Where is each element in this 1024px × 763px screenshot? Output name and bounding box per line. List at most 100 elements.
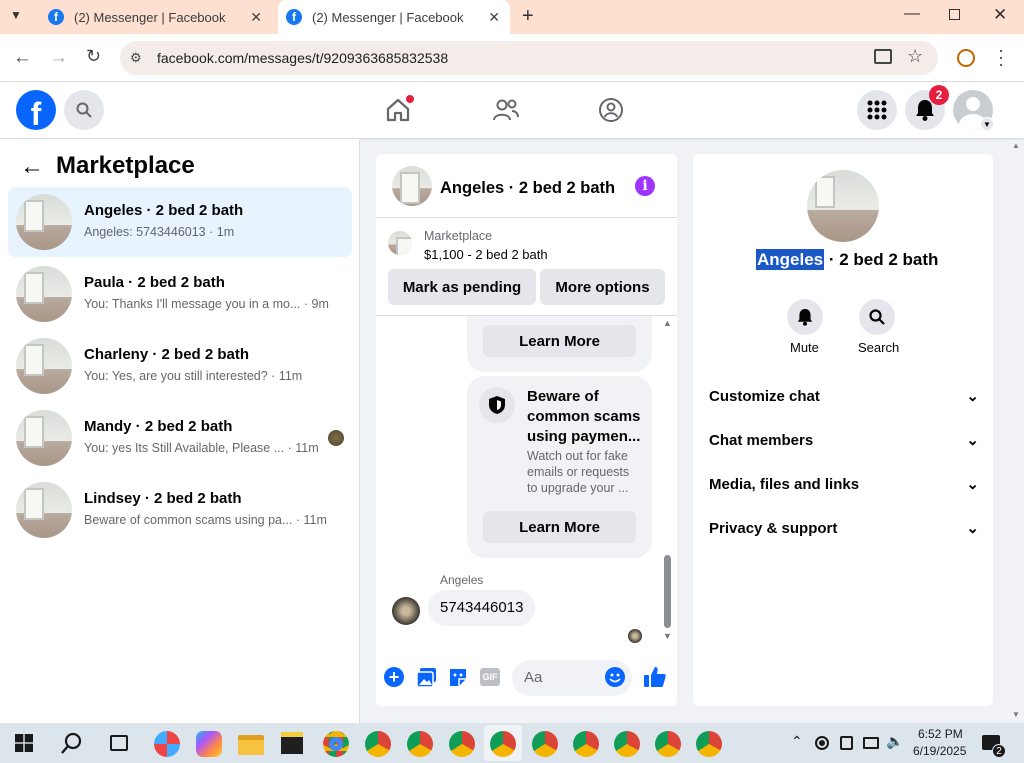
clock-time[interactable]: 6:52 PM	[918, 727, 963, 741]
thread-item[interactable]: Charleny · 2 bed 2 bath You: Yes, are yo…	[8, 331, 352, 401]
profile-name[interactable]: Angeles · 2 bed 2 bath	[756, 249, 938, 270]
forward-icon[interactable]: →	[49, 47, 68, 69]
back-icon[interactable]: ←	[13, 47, 32, 69]
tray-overflow-icon[interactable]: ⌃	[791, 733, 803, 750]
file-explorer-icon[interactable]	[238, 735, 264, 755]
network-icon[interactable]	[863, 737, 879, 749]
reload-icon[interactable]: ↻	[86, 46, 101, 67]
learn-more-button[interactable]: Learn More	[483, 511, 636, 543]
thread-item[interactable]: Mandy · 2 bed 2 bath You: yes Its Still …	[8, 403, 352, 473]
read-receipt-avatar	[328, 430, 344, 446]
close-tab-icon[interactable]: ✕	[488, 9, 500, 26]
chrome-icon[interactable]	[696, 731, 722, 757]
sender-name: Angeles	[440, 573, 484, 587]
facebook-favicon-icon: f	[286, 9, 302, 25]
thread-item[interactable]: Angeles · 2 bed 2 bath Angeles: 57434460…	[8, 187, 352, 257]
close-window-icon[interactable]: ✕	[993, 5, 1007, 25]
clock-date[interactable]: 6/19/2025	[913, 744, 966, 758]
listing-thumbnail[interactable]	[388, 231, 412, 255]
gallery-icon[interactable]	[416, 667, 437, 688]
browser-tab-2[interactable]: f (2) Messenger | Facebook ✕	[278, 0, 510, 34]
thread-item[interactable]: Lindsey · 2 bed 2 bath Beware of common …	[8, 475, 352, 545]
chat-members-section[interactable]: Chat members ⌄	[709, 430, 979, 450]
fb-search-button[interactable]	[64, 90, 104, 130]
tray-app-icon[interactable]	[840, 736, 853, 750]
bell-icon	[797, 309, 813, 326]
profile-listing-photo[interactable]	[807, 170, 879, 242]
listing-thumbnail	[16, 410, 72, 466]
section-label: Customize chat	[709, 387, 820, 405]
seen-avatar	[628, 629, 642, 643]
info-icon[interactable]: i	[635, 176, 655, 196]
listing-source: Marketplace	[424, 229, 493, 243]
chrome-icon[interactable]	[532, 731, 558, 757]
media-files-links-section[interactable]: Media, files and links ⌄	[709, 474, 979, 494]
windows-start-icon[interactable]	[15, 734, 33, 752]
gif-icon[interactable]: GIF	[480, 668, 500, 686]
restore-icon[interactable]	[949, 9, 960, 20]
thread-title: Angeles · 2 bed 2 bath	[84, 202, 244, 219]
back-arrow-icon[interactable]: ←	[20, 153, 44, 181]
copilot-icon[interactable]	[196, 731, 222, 757]
privacy-support-section[interactable]: Privacy & support ⌄	[709, 518, 979, 538]
close-tab-icon[interactable]: ✕	[250, 9, 262, 26]
chrome-icon[interactable]	[573, 731, 599, 757]
volume-icon[interactable]: 🔈	[886, 733, 903, 750]
sender-avatar[interactable]	[392, 597, 420, 625]
browser-menu-icon[interactable]: · · ·	[998, 41, 1004, 73]
chrome-icon[interactable]	[490, 731, 516, 757]
install-app-icon[interactable]	[874, 49, 892, 64]
chat-avatar[interactable]	[392, 166, 432, 206]
thread-title: Charleny · 2 bed 2 bath	[84, 346, 250, 363]
thread-title: Lindsey · 2 bed 2 bath	[84, 490, 242, 507]
like-thumb-icon[interactable]	[643, 665, 667, 689]
site-settings-icon[interactable]: ⚙	[130, 50, 142, 66]
page-scrollbar-down-icon[interactable]: ▼	[1012, 710, 1020, 719]
mute-button[interactable]	[787, 299, 823, 335]
chrome-icon[interactable]	[655, 731, 681, 757]
learn-more-button[interactable]: Learn More	[483, 325, 636, 357]
tab-search-chevron-icon[interactable]: ▼	[10, 8, 30, 26]
chrome-icon[interactable]	[365, 731, 391, 757]
add-attachment-icon[interactable]: +	[384, 667, 404, 687]
search-conversation-button[interactable]	[859, 299, 895, 335]
listing-price[interactable]: $1,100 - 2 bed 2 bath	[424, 247, 548, 262]
friends-icon[interactable]	[493, 98, 519, 122]
sticky-notes-icon[interactable]	[281, 732, 303, 754]
thread-item[interactable]: Paula · 2 bed 2 bath You: Thanks I'll me…	[8, 259, 352, 329]
customize-chat-section[interactable]: Customize chat ⌄	[709, 386, 979, 406]
scam-warning-body: Watch out for fake emails or requests to…	[527, 449, 630, 495]
chrome-icon[interactable]	[323, 731, 349, 757]
tray-record-icon[interactable]	[815, 736, 829, 750]
task-view-icon[interactable]	[110, 735, 128, 751]
chrome-icon[interactable]	[407, 731, 433, 757]
page-scrollbar-up-icon[interactable]: ▲	[1012, 141, 1020, 150]
chat-title[interactable]: Angeles · 2 bed 2 bath	[440, 179, 615, 198]
account-chevron-icon[interactable]: ▼	[980, 117, 994, 131]
more-options-button[interactable]: More options	[540, 269, 665, 305]
message-bubble[interactable]: 5743446013	[428, 590, 536, 626]
scroll-down-icon[interactable]: ▼	[663, 631, 672, 641]
sticker-icon[interactable]	[448, 667, 468, 688]
notification-badge: 2	[929, 85, 949, 105]
chrome-icon[interactable]	[449, 731, 475, 757]
chat-scrollbar-thumb[interactable]	[664, 555, 671, 628]
chrome-icon[interactable]	[614, 731, 640, 757]
bookmark-star-icon[interactable]: ☆	[907, 46, 923, 67]
facebook-logo-icon[interactable]: f	[16, 90, 56, 130]
menu-button[interactable]	[857, 90, 897, 130]
groups-icon[interactable]	[598, 97, 624, 123]
browser-tab-1[interactable]: f (2) Messenger | Facebook ✕	[40, 0, 272, 34]
tab-title: (2) Messenger | Facebook	[312, 9, 464, 25]
emoji-icon[interactable]	[605, 667, 625, 687]
snipping-tool-icon[interactable]	[154, 731, 180, 757]
search-label: Search	[858, 340, 900, 355]
url-text[interactable]: facebook.com/messages/t/9209363685832538	[157, 50, 448, 66]
profile-icon[interactable]	[957, 49, 975, 67]
taskbar-search-icon[interactable]	[61, 732, 83, 754]
scroll-up-icon[interactable]: ▲	[663, 318, 672, 328]
mark-pending-button[interactable]: Mark as pending	[388, 269, 536, 305]
new-tab-icon[interactable]: +	[522, 5, 534, 28]
minimize-icon[interactable]: —	[904, 5, 920, 23]
home-notification-dot	[406, 95, 414, 103]
